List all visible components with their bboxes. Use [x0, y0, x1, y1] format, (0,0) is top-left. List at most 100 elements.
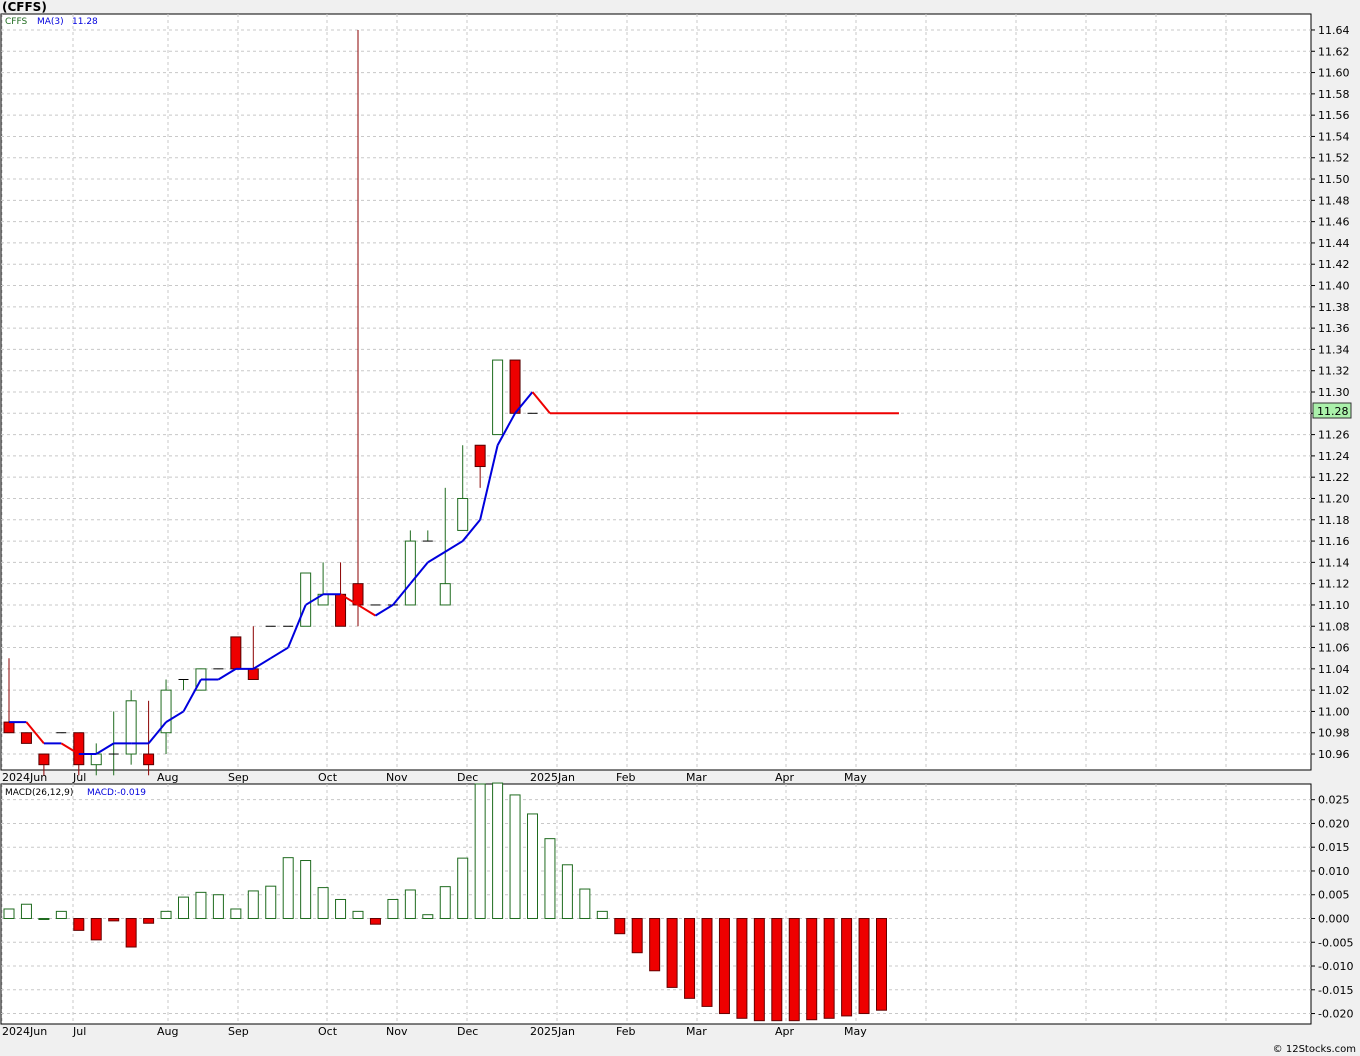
macd-bar-positive: [247, 890, 259, 919]
price-y-tick-label: 11.60: [1318, 67, 1350, 80]
price-panel: 10.96 10.98 11.00 11.02 11.04 11.06 11.08 11.10…: [0, 13, 1352, 784]
candle-down: [247, 668, 259, 680]
price-y-tick-label: 11.22: [1318, 471, 1350, 484]
macd-bar-negative: [771, 917, 783, 1022]
macd-bar-negative: [858, 917, 870, 1015]
price-y-tick-label: 11.10: [1318, 599, 1350, 612]
price-x-tick-label: Aug: [157, 771, 178, 784]
macd-bar-positive: [404, 889, 416, 919]
macd-y-tick-label: 0.025: [1318, 794, 1350, 807]
macd-bar-negative: [73, 917, 85, 931]
macd-bar-positive: [38, 917, 50, 920]
macd-y-tick-label: 0.010: [1318, 865, 1350, 878]
macd-bar-positive: [439, 886, 451, 919]
macd-bar-positive: [527, 813, 538, 919]
price-y-tick-label: 11.46: [1318, 216, 1350, 229]
macd-bar-positive: [195, 891, 207, 919]
candle-down: [230, 636, 242, 670]
price-y-tick-label: 11.06: [1318, 642, 1350, 655]
last-price-tag: 11.28: [1312, 402, 1352, 419]
macd-bar-negative: [788, 917, 800, 1022]
price-x-tick-label: 2024Jun: [2, 771, 47, 784]
price-x-tick-label: Mar: [686, 771, 707, 784]
macd-x-tick-label: Oct: [318, 1025, 338, 1038]
macd-bar-negative: [631, 917, 643, 954]
price-x-tick-label: Apr: [775, 771, 795, 784]
price-x-tick-label: Feb: [616, 771, 635, 784]
macd-bar-positive: [317, 887, 329, 919]
candle-up: [300, 572, 312, 627]
macd-bar-positive: [352, 910, 364, 919]
price-x-tick-label: Sep: [228, 771, 249, 784]
candle-up: [439, 583, 451, 606]
macd-panel: -0.020 -0.015 -0.010 -0.005 0.000 0.005 0.010 0…: [0, 782, 1353, 1038]
macd-y-tick-label: 0.015: [1318, 841, 1350, 854]
price-y-tick-label: 11.36: [1318, 322, 1350, 335]
macd-y-tick-label: 0.005: [1318, 889, 1350, 902]
macd-x-tick-label: May: [844, 1025, 867, 1038]
macd-bar-positive: [230, 908, 242, 919]
price-y-tick-label: 11.16: [1318, 535, 1350, 548]
price-x-tick-label: 2025Jan: [530, 771, 575, 784]
macd-bar-positive: [3, 908, 15, 919]
price-y-tick-label: 11.18: [1318, 514, 1350, 527]
macd-bar-negative: [876, 917, 887, 1011]
price-y-tick-label: 11.50: [1318, 173, 1350, 186]
price-y-tick-label: 11.00: [1318, 705, 1350, 718]
watermark: © 12Stocks.com: [1273, 1044, 1356, 1055]
macd-bar-positive: [335, 898, 347, 919]
macd-legend-label: MACD(26,12,9): [5, 788, 73, 798]
price-x-tick-label: Nov: [386, 771, 408, 784]
macd-bar-negative: [684, 917, 696, 999]
price-y-tick-label: 11.32: [1318, 365, 1350, 378]
candle-down: [509, 359, 521, 414]
candle-up: [457, 497, 469, 531]
legend-ma-value: 11.28: [72, 17, 98, 27]
macd-bar-positive: [596, 910, 608, 919]
macd-x-tick-label: Mar: [686, 1025, 707, 1038]
macd-bar-positive: [474, 783, 486, 919]
macd-bar-positive: [457, 857, 469, 919]
price-legend: CFFS MA(3) 11.28: [5, 17, 98, 27]
candle-up: [404, 540, 416, 606]
legend-ma-label: MA(3): [37, 17, 64, 27]
macd-x-tick-label: Jul: [72, 1025, 86, 1038]
price-y-tick-label: 11.64: [1318, 24, 1350, 37]
macd-bar-positive: [55, 910, 67, 919]
price-y-tick-label: 11.48: [1318, 194, 1350, 207]
macd-bar-positive: [561, 864, 573, 919]
macd-bar-negative: [125, 917, 137, 948]
macd-bar-positive: [579, 888, 591, 919]
macd-bar-negative: [108, 917, 120, 922]
chart-title: (CFFS): [2, 0, 47, 14]
macd-bar-negative: [649, 917, 661, 972]
price-y-tick-label: 11.56: [1318, 109, 1350, 122]
macd-y-tick-label: -0.005: [1318, 936, 1353, 949]
price-y-tick-label: 11.26: [1318, 429, 1350, 442]
macd-bar-negative: [666, 917, 678, 988]
macd-bar-negative: [614, 917, 626, 935]
candle-down: [3, 721, 15, 734]
macd-x-tick-label: 2025Jan: [530, 1025, 575, 1038]
macd-y-tick-label: -0.020: [1318, 1008, 1353, 1021]
macd-bar-negative: [369, 917, 381, 925]
macd-x-tick-label: Dec: [457, 1025, 478, 1038]
macd-y-tick-label: 0.020: [1318, 817, 1350, 830]
macd-bar-positive: [492, 782, 504, 919]
price-y-tick-label: 11.24: [1318, 450, 1350, 463]
macd-x-tick-label: Sep: [228, 1025, 249, 1038]
macd-y-tick-label: -0.010: [1318, 960, 1353, 973]
candle-down: [143, 753, 155, 766]
macd-bar-negative: [701, 917, 713, 1007]
macd-bar-positive: [282, 857, 294, 919]
price-x-tick-label: Oct: [318, 771, 338, 784]
macd-bar-negative: [736, 917, 748, 1019]
macd-bar-positive: [20, 903, 32, 919]
price-y-tick-label: 11.12: [1318, 578, 1350, 591]
candle-down: [73, 732, 85, 766]
price-x-tick-label: Dec: [457, 771, 478, 784]
candle-up: [492, 359, 504, 436]
macd-bar-positive: [422, 914, 434, 919]
price-y-tick-label: 11.04: [1318, 663, 1350, 676]
price-y-tick-label: 11.30: [1318, 386, 1350, 399]
